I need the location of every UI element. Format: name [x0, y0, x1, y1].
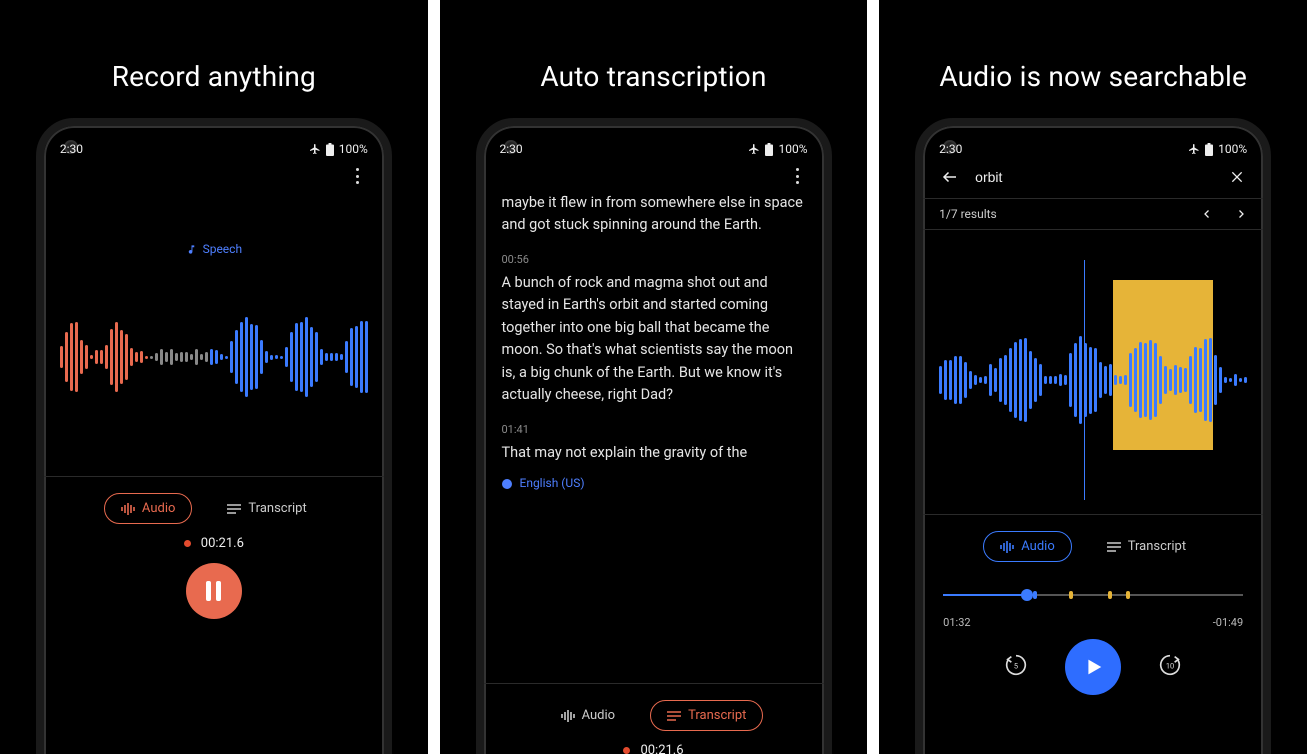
time-current: 01:32 [943, 616, 970, 629]
tab-transcript[interactable]: Transcript [210, 493, 323, 524]
svg-text:10: 10 [1166, 662, 1174, 671]
transcript-line: maybe it flew in from somewhere else in … [502, 192, 806, 237]
airplane-mode-icon [309, 143, 321, 155]
speech-tag: Speech [56, 242, 372, 256]
panel-transcription: Auto transcription 2:30 100% maybe it fl… [440, 0, 868, 754]
language-dot-icon [502, 479, 512, 489]
scrub-handle[interactable] [1021, 589, 1033, 601]
audio-wave-icon [561, 710, 575, 722]
phone-frame: 2:30 100% maybe it flew in from somewher… [476, 118, 832, 754]
music-note-icon [186, 244, 197, 255]
airplane-mode-icon [1188, 143, 1200, 155]
search-results-bar: 1/7 results [923, 198, 1263, 230]
skip-forward-icon: 10 [1157, 652, 1183, 678]
close-icon[interactable] [1229, 169, 1245, 185]
airplane-mode-icon [748, 143, 760, 155]
more-menu-icon[interactable] [350, 168, 366, 184]
panel-headline: Auto transcription [440, 60, 868, 93]
play-icon [1082, 656, 1104, 678]
panel-headline: Record anything [0, 60, 428, 93]
record-dot-icon [623, 747, 630, 754]
status-battery: 100% [778, 142, 807, 156]
battery-icon [765, 143, 773, 156]
transcript-icon [1107, 542, 1121, 552]
timestamp: 00:56 [502, 251, 806, 268]
waveform [56, 272, 372, 442]
battery-icon [326, 143, 334, 156]
pause-button[interactable] [186, 563, 242, 619]
audio-wave-icon [1000, 541, 1014, 553]
status-time: 2:30 [500, 142, 523, 156]
skip-back-icon: 5 [1003, 652, 1029, 678]
panel-headline: Audio is now searchable [879, 60, 1307, 93]
status-battery: 100% [339, 142, 368, 156]
time-remaining: -01:49 [1213, 616, 1243, 629]
play-button[interactable] [1065, 639, 1121, 695]
language-indicator[interactable]: English (US) [502, 474, 806, 493]
svg-text:5: 5 [1014, 662, 1018, 671]
recording-timer: 00:21.6 [56, 536, 372, 551]
tab-audio[interactable]: Audio [544, 700, 632, 731]
tab-audio[interactable]: Audio [983, 531, 1071, 562]
transcript-line: A bunch of rock and magma shot out and s… [502, 272, 806, 407]
status-time: 2:30 [939, 142, 962, 156]
playhead-cursor [1084, 260, 1086, 500]
panel-record: Record anything 2:30 100% Speech [0, 0, 428, 754]
record-dot-icon [184, 540, 191, 547]
audio-wave-icon [121, 503, 135, 515]
status-bar: 2:30 100% [56, 138, 372, 160]
transcript-icon [667, 711, 681, 721]
transcript-line: That may not explain the gravity of the [502, 442, 806, 464]
skip-forward-button[interactable]: 10 [1157, 652, 1183, 682]
recording-timer: 00:21.6 [496, 743, 812, 754]
pause-icon [206, 581, 221, 601]
status-bar: 2:30 100% [496, 138, 812, 160]
phone-frame: 2:30 100% Speech [36, 118, 392, 754]
tab-transcript[interactable]: Transcript [650, 700, 763, 731]
phone-frame: 2:30 100% 1/7 results [915, 118, 1271, 754]
transcript-body[interactable]: maybe it flew in from somewhere else in … [496, 192, 812, 649]
next-result-icon[interactable] [1235, 208, 1247, 220]
search-input[interactable] [973, 168, 1215, 186]
battery-icon [1205, 143, 1213, 156]
status-bar: 2:30 100% [935, 138, 1251, 160]
prev-result-icon[interactable] [1201, 208, 1213, 220]
skip-back-button[interactable]: 5 [1003, 652, 1029, 682]
status-time: 2:30 [60, 142, 83, 156]
tab-audio[interactable]: Audio [104, 493, 192, 524]
results-count: 1/7 results [939, 207, 997, 221]
tab-transcript[interactable]: Transcript [1090, 531, 1203, 562]
back-arrow-icon[interactable] [941, 168, 959, 186]
panel-search: Audio is now searchable 2:30 100% [879, 0, 1307, 754]
timestamp: 01:41 [502, 421, 806, 438]
more-menu-icon[interactable] [790, 168, 806, 184]
status-battery: 100% [1218, 142, 1247, 156]
transcript-icon [227, 504, 241, 514]
scrub-bar[interactable] [943, 578, 1243, 614]
waveform-search[interactable] [935, 250, 1251, 510]
